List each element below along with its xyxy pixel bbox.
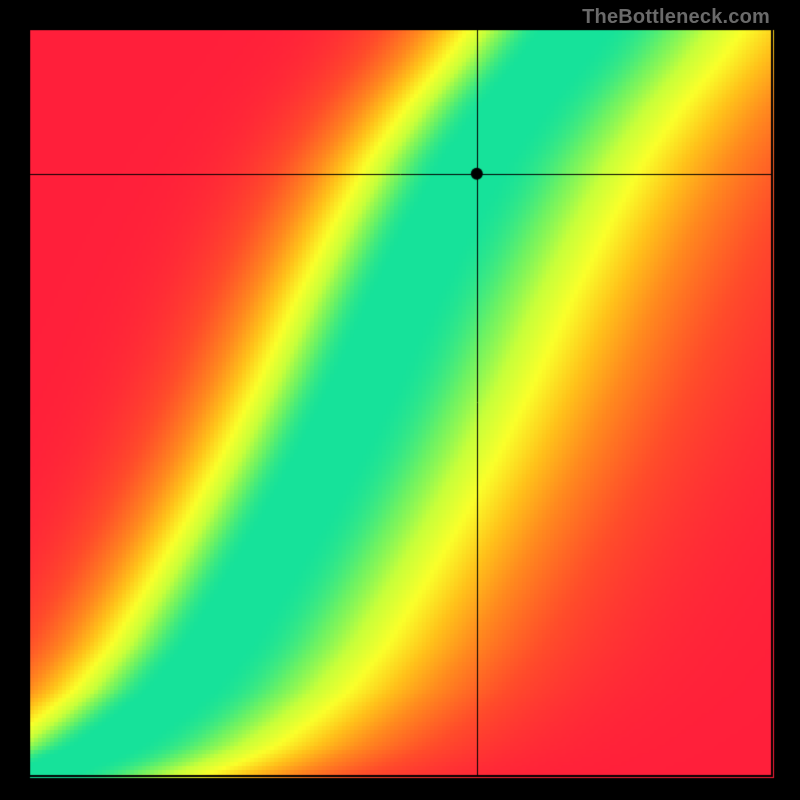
watermark-text: TheBottleneck.com bbox=[582, 6, 770, 29]
chart-stage: TheBottleneck.com bbox=[0, 0, 800, 800]
overlay-canvas bbox=[0, 0, 800, 800]
